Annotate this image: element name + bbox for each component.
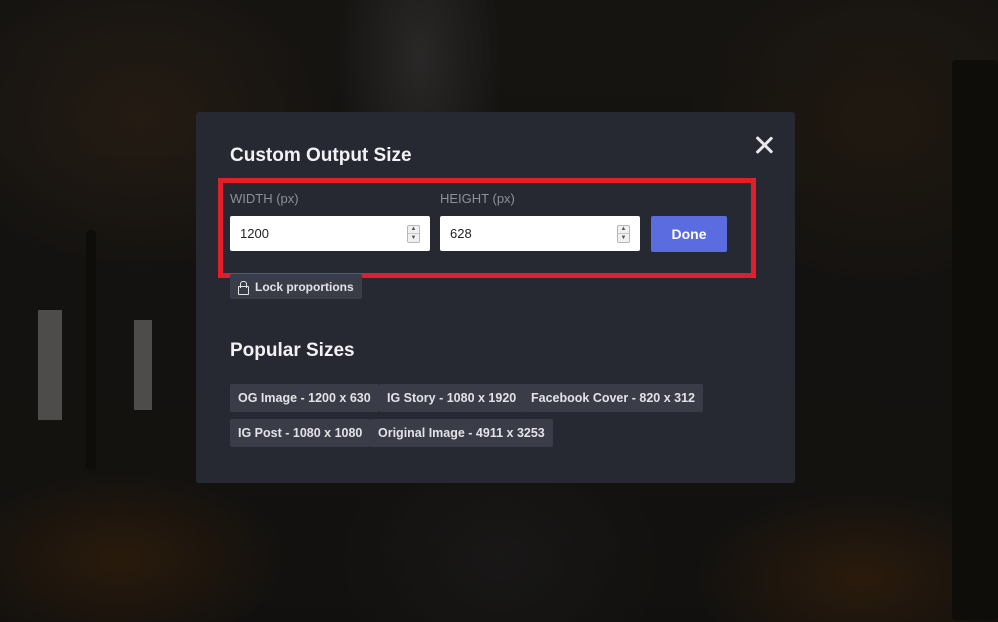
- height-value: 628: [450, 226, 472, 241]
- lock-proportions-label: Lock proportions: [255, 279, 354, 294]
- height-label: HEIGHT (px): [440, 191, 515, 206]
- popular-sizes-title: Popular Sizes: [230, 340, 355, 361]
- done-button[interactable]: Done: [651, 216, 727, 252]
- height-input[interactable]: 628 ▲ ▼: [440, 216, 640, 251]
- custom-output-size-dialog: Custom Output Size WIDTH (px) 1200 ▲ ▼ H…: [196, 112, 795, 483]
- stepper-up-icon[interactable]: ▲: [408, 226, 419, 234]
- width-label: WIDTH (px): [230, 191, 299, 206]
- dialog-title: Custom Output Size: [230, 145, 412, 166]
- size-chip-facebook-cover[interactable]: Facebook Cover - 820 x 312: [523, 384, 703, 412]
- height-stepper[interactable]: ▲ ▼: [617, 224, 630, 243]
- size-chip-og-image[interactable]: OG Image - 1200 x 630: [230, 384, 379, 412]
- stepper-up-icon[interactable]: ▲: [618, 226, 629, 234]
- width-input[interactable]: 1200 ▲ ▼: [230, 216, 430, 251]
- size-chip-ig-story[interactable]: IG Story - 1080 x 1920: [379, 384, 525, 412]
- lock-icon: [238, 280, 249, 295]
- width-stepper[interactable]: ▲ ▼: [407, 224, 420, 243]
- width-value: 1200: [240, 226, 269, 241]
- close-icon[interactable]: [753, 134, 775, 156]
- lock-proportions-button[interactable]: Lock proportions: [230, 274, 362, 299]
- stepper-down-icon[interactable]: ▼: [618, 233, 629, 242]
- size-chip-ig-post[interactable]: IG Post - 1080 x 1080: [230, 419, 371, 447]
- size-chip-original-image[interactable]: Original Image - 4911 x 3253: [370, 419, 553, 447]
- stepper-down-icon[interactable]: ▼: [408, 233, 419, 242]
